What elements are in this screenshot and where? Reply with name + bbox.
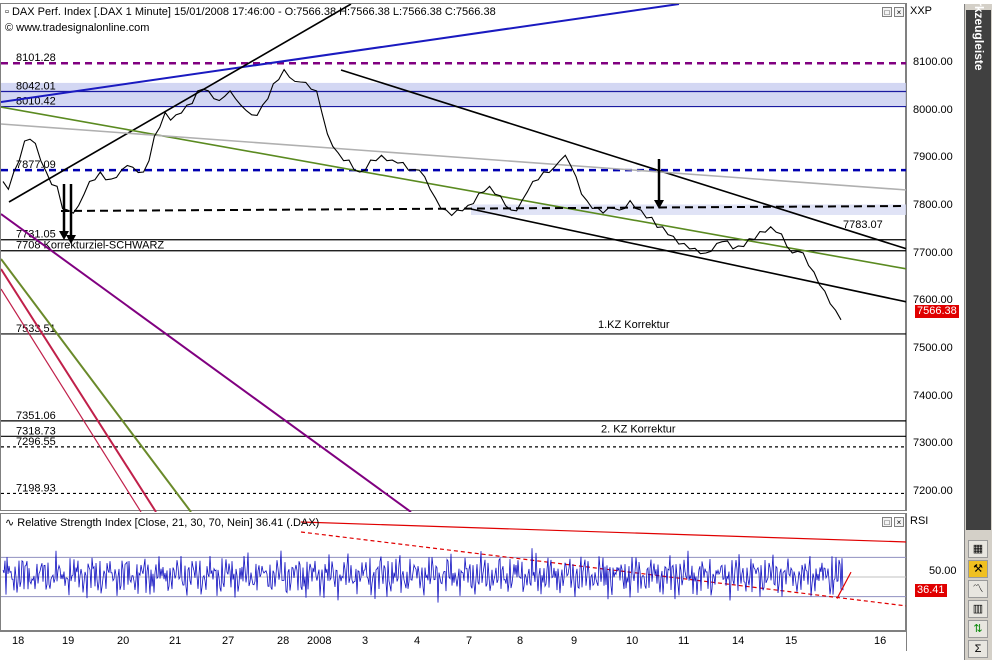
time-tick-14: 14 <box>732 635 745 647</box>
time-tick-13: 11 <box>678 635 690 647</box>
toolbar-sidebar: Werkzeugleiste ▦ ⚒ 〽 ▥ ⇅ Σ <box>964 0 992 660</box>
rsi-indicator-icon: ∿ <box>5 517 15 529</box>
rsi-series-line <box>2 548 844 603</box>
time-tick-12: 10 <box>626 635 639 647</box>
price-subtitle-text: www.tradesignalonline.com <box>16 22 150 34</box>
toolbar-title: Werkzeugleiste <box>966 0 991 530</box>
chart-window: 8101.28 8042.01 8010.42 7877.09 7731.05 7708 … <box>0 0 995 667</box>
price-panel: 8101.28 8042.01 8010.42 7877.09 7731.05 7708 … <box>0 3 907 512</box>
time-tick-9: 7 <box>466 635 473 647</box>
time-tick-16: 16 <box>874 635 887 647</box>
price-close-button[interactable]: × <box>894 7 904 17</box>
price-tick-3: 7800.00 <box>913 198 953 211</box>
trend-line-7 <box>1 258 192 512</box>
up-down-arrows-icon[interactable]: ⇅ <box>968 620 988 638</box>
current-price-box: 7566.38 <box>915 305 959 318</box>
annotation-kz2: 2. KZ Korrektur <box>601 423 676 435</box>
price-chart-subtitle: © www.tradesignalonline.com <box>5 22 149 34</box>
time-tick-4: 27 <box>222 635 235 647</box>
time-tick-5: 28 <box>277 635 290 647</box>
level-label-10: 7198.93 <box>16 482 56 494</box>
level-label-9: 7296.55 <box>16 436 56 448</box>
annotation-kz1: 1.KZ Korrektur <box>598 319 670 331</box>
price-tick-8: 7300.00 <box>913 437 953 450</box>
price-tick-4: 7700.00 <box>913 246 953 259</box>
chart-menu-icon[interactable]: ▫ <box>5 6 9 18</box>
grid-icon[interactable]: ▦ <box>968 540 988 558</box>
price-tick-9: 7200.00 <box>913 484 953 497</box>
copyright-icon: © <box>5 22 14 34</box>
time-tick-0: 18 <box>12 635 25 647</box>
time-tick-2: 20 <box>117 635 130 647</box>
time-tick-3: 21 <box>169 635 182 647</box>
time-tick-1: 19 <box>62 635 75 647</box>
level-label-7: 7351.06 <box>16 410 56 422</box>
rsi-trend-upper <box>300 521 907 543</box>
price-title-text: DAX Perf. Index [.DAX 1 Minute] 15/01/20… <box>11 6 496 18</box>
price-tick-6: 7500.00 <box>913 341 953 354</box>
trend-line-9 <box>1 288 142 512</box>
rsi-axis-label: RSI <box>910 515 929 527</box>
sum-icon[interactable]: Σ <box>968 640 988 658</box>
trend-line-5 <box>1 123 907 191</box>
trend-line-8 <box>1 268 157 512</box>
rsi-chart-svg <box>1 521 907 607</box>
rsi-close-button[interactable]: × <box>894 517 904 527</box>
rsi-recent-up <box>836 571 852 599</box>
price-tick-2: 7900.00 <box>913 151 953 164</box>
price-chart-title: ▫ DAX Perf. Index [.DAX 1 Minute] 15/01/… <box>5 6 496 18</box>
time-tick-8: 4 <box>414 635 421 647</box>
rsi-maximize-button[interactable]: □ <box>882 517 892 527</box>
trend-line-6 <box>1 213 412 512</box>
time-tick-10: 8 <box>517 635 524 647</box>
price-maximize-button[interactable]: □ <box>882 7 892 17</box>
current-rsi-box: 36.41 <box>915 584 947 597</box>
rsi-chart-title: ∿ Relative Strength Index [Close, 21, 30… <box>5 516 319 529</box>
annotation-7783: 7783.07 <box>843 219 883 231</box>
indicator-icon[interactable]: 〽 <box>968 580 988 598</box>
rsi-title-text: Relative Strength Index [Close, 21, 30, … <box>17 517 320 529</box>
time-tick-6: 2008 <box>307 635 332 647</box>
price-chart-svg: 8101.288042.018010.427877.097731.057708 … <box>1 4 907 512</box>
rsi-axis: RSI 50.00 <box>906 513 964 631</box>
time-tick-15: 15 <box>785 635 798 647</box>
time-tick-11: 9 <box>571 635 578 647</box>
price-axis: XXP 8100.00 8000.00 7900.00 7800.00 7700.00 7… <box>906 3 964 511</box>
rsi-tick-50: 50.00 <box>929 565 957 577</box>
price-tick-1: 8000.00 <box>913 103 953 116</box>
chart-type-icon[interactable]: ▥ <box>968 600 988 618</box>
level-label-1: 8042.01 <box>16 80 56 92</box>
toolbar-title-text: Werkzeugleiste <box>971 0 986 71</box>
resistance-band <box>1 82 907 107</box>
time-axis-corner <box>906 631 965 651</box>
price-tick-7: 7400.00 <box>913 389 953 402</box>
time-axis: 18 19 20 21 27 28 2008 3 4 7 8 9 10 11 14 15 16 <box>0 631 906 652</box>
wrench-icon[interactable]: ⚒ <box>968 560 988 578</box>
trend-line-3 <box>470 208 907 303</box>
price-axis-label: XXP <box>910 5 933 17</box>
level-label-3: 7877.09 <box>16 159 56 171</box>
price-tick-0: 8100.00 <box>913 55 953 68</box>
time-tick-7: 3 <box>362 635 369 647</box>
level-label-0: 8101.28 <box>16 52 56 64</box>
rsi-panel: ∿ Relative Strength Index [Close, 21, 30… <box>0 513 907 631</box>
